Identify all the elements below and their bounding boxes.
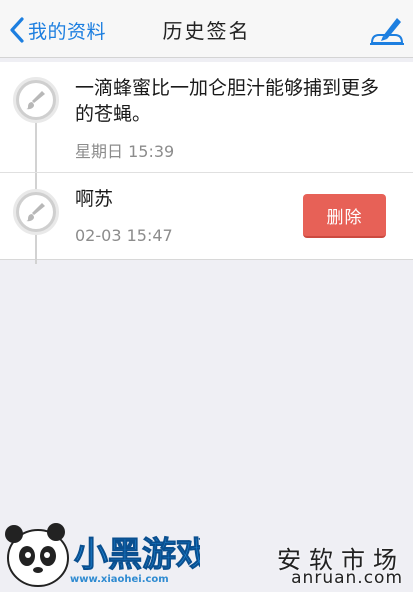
edit-signature-icon[interactable] [369, 13, 405, 47]
signature-time: 星期日 15:39 [75, 142, 175, 161]
watermark-brand: 小黑游戏 [74, 535, 200, 575]
page-title: 历史签名 [162, 19, 251, 43]
brush-icon [13, 189, 59, 235]
signature-text: 一滴蜂蜜比一加仑胆汁能够捕到更多的苍蝇。 [75, 77, 380, 125]
divider [0, 172, 413, 173]
navigation-bar: 我的资料 历史签名 [0, 0, 413, 58]
signature-history-list: 一滴蜂蜜比一加仑胆汁能够捕到更多的苍蝇。 星期日 15:39 啊苏 02-03 … [0, 62, 413, 264]
brush-icon [13, 77, 59, 123]
watermark-site: www.xiaohei.com [70, 574, 169, 585]
delete-button[interactable]: 删除 [303, 194, 386, 238]
watermark-anruan-en: anruan.com [291, 568, 403, 588]
signature-time: 02-03 15:47 [75, 226, 173, 245]
